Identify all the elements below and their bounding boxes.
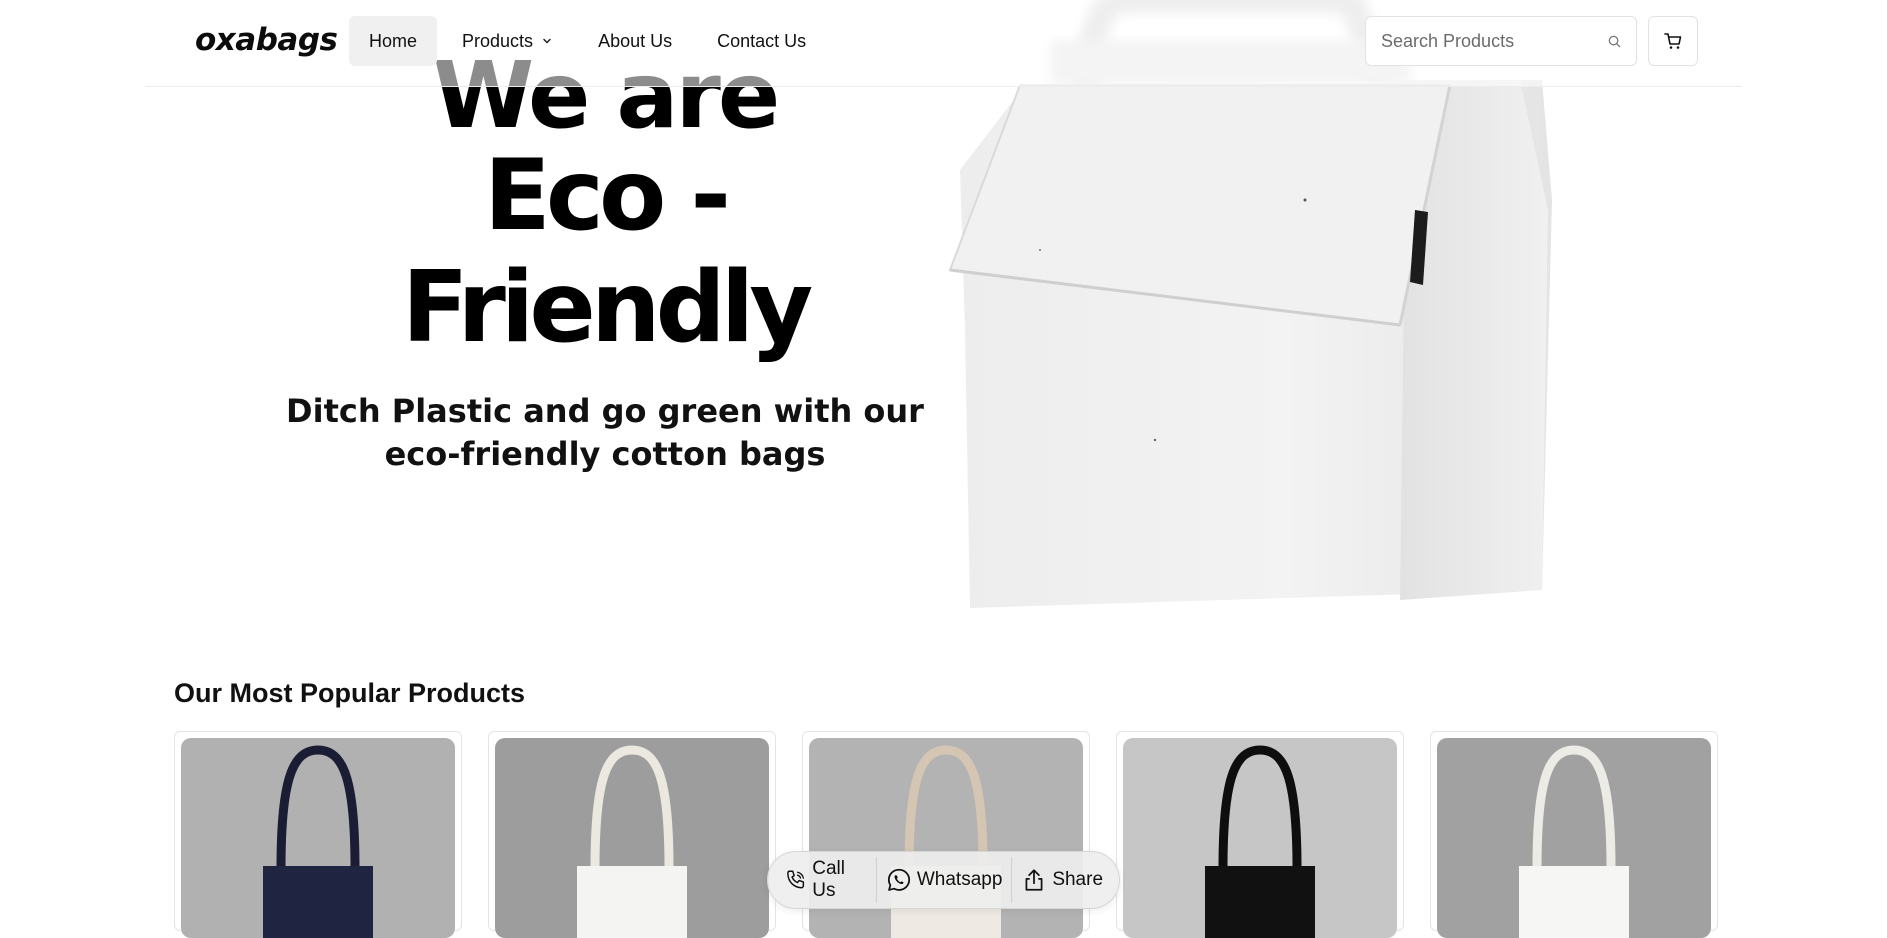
tote-bag-image <box>1519 745 1629 938</box>
share-label: Share <box>1052 869 1104 890</box>
call-us-label: Call Us <box>812 858 845 901</box>
bag-handle <box>1532 745 1616 869</box>
product-card[interactable] <box>1116 731 1404 938</box>
hero-section: We are Eco - Friendly Ditch Plastic and … <box>0 0 1887 615</box>
hero-heading-line2: Eco - Friendly <box>401 139 813 365</box>
product-image <box>181 738 455 938</box>
divider <box>1011 857 1013 903</box>
product-image <box>1123 738 1397 938</box>
whatsapp-icon <box>887 868 910 891</box>
nav-products-label: Products <box>462 30 534 51</box>
search-box <box>1365 16 1637 66</box>
divider <box>875 857 877 903</box>
site-header: oxabags Home Products About Us Contact U… <box>145 0 1742 87</box>
hero-subtitle-line1: Ditch Plastic and go green with our <box>286 392 924 430</box>
call-us-button[interactable]: Call Us <box>778 857 873 903</box>
nav-products[interactable]: Products <box>442 16 573 66</box>
bag-body <box>1205 866 1315 938</box>
product-card[interactable] <box>174 731 462 938</box>
nav-about-us[interactable]: About Us <box>578 16 692 66</box>
share-button[interactable]: Share <box>1015 857 1109 903</box>
product-image <box>1437 738 1711 938</box>
brand-logo[interactable]: oxabags <box>195 22 338 58</box>
hero-text: We are Eco - Friendly Ditch Plastic and … <box>280 46 930 476</box>
hero-bag-image <box>948 0 1552 608</box>
share-icon <box>1025 869 1043 891</box>
bag-handle <box>590 745 674 869</box>
popular-products-title: Our Most Popular Products <box>174 678 526 708</box>
bag-body <box>577 866 687 938</box>
phone-icon <box>787 870 805 889</box>
bag-body <box>1519 866 1629 938</box>
product-card[interactable] <box>488 731 776 938</box>
nav-home[interactable]: Home <box>349 16 438 66</box>
whatsapp-label: Whatsapp <box>916 869 1003 890</box>
tote-bag-image <box>263 745 373 938</box>
nav-contact-us[interactable]: Contact Us <box>697 16 826 66</box>
bag-handle <box>276 745 360 869</box>
bag-handle <box>1218 745 1302 869</box>
whatsapp-button[interactable]: Whatsapp <box>880 857 1009 903</box>
cart-button[interactable] <box>1648 16 1698 66</box>
hero-subtitle-line2: eco-friendly cotton bags <box>384 435 826 473</box>
cart-icon <box>1664 33 1682 49</box>
main-nav: Home Products About Us Contact Us <box>349 16 831 66</box>
tote-bag-image <box>577 745 687 938</box>
hero-subtitle: Ditch Plastic and go green with our eco-… <box>280 390 930 476</box>
product-image <box>495 738 769 938</box>
tote-bag-image <box>1205 745 1315 938</box>
product-card[interactable] <box>1430 731 1718 938</box>
bag-body <box>263 866 373 938</box>
chevron-down-icon <box>543 38 551 44</box>
contact-actions-bar: Call Us Whatsapp Share <box>767 851 1120 909</box>
search-input[interactable] <box>1366 17 1586 65</box>
search-icon[interactable] <box>1607 34 1622 49</box>
